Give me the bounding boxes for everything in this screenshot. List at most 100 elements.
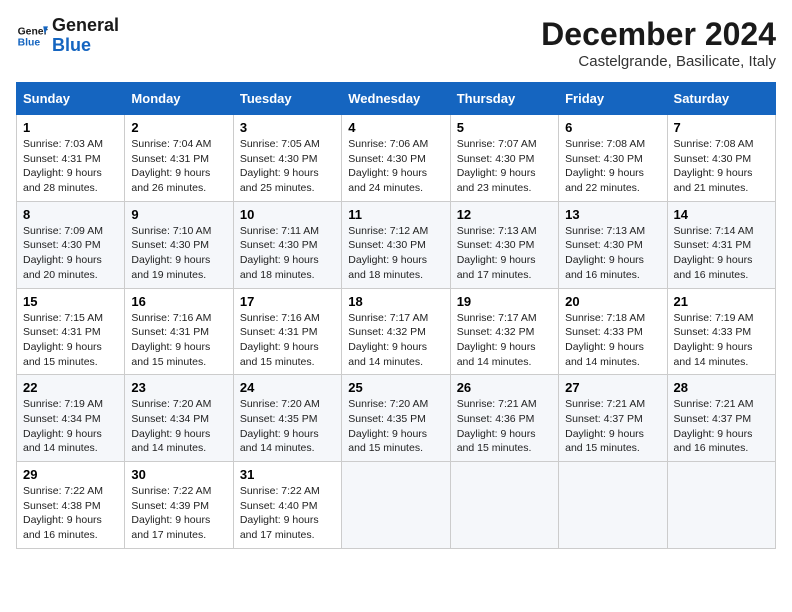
day-info: Sunrise: 7:19 AM Sunset: 4:34 PM Dayligh…	[23, 397, 118, 456]
column-header-thursday: Thursday	[450, 83, 558, 115]
day-info: Sunrise: 7:20 AM Sunset: 4:34 PM Dayligh…	[131, 397, 226, 456]
day-cell: 23 Sunrise: 7:20 AM Sunset: 4:34 PM Dayl…	[125, 375, 233, 462]
day-info: Sunrise: 7:12 AM Sunset: 4:30 PM Dayligh…	[348, 224, 443, 283]
day-info: Sunrise: 7:11 AM Sunset: 4:30 PM Dayligh…	[240, 224, 335, 283]
day-number: 9	[131, 207, 226, 222]
day-cell: 18 Sunrise: 7:17 AM Sunset: 4:32 PM Dayl…	[342, 288, 450, 375]
day-info: Sunrise: 7:08 AM Sunset: 4:30 PM Dayligh…	[565, 137, 660, 196]
day-cell: 8 Sunrise: 7:09 AM Sunset: 4:30 PM Dayli…	[17, 201, 125, 288]
column-header-saturday: Saturday	[667, 83, 775, 115]
day-info: Sunrise: 7:05 AM Sunset: 4:30 PM Dayligh…	[240, 137, 335, 196]
day-number: 7	[674, 120, 769, 135]
day-info: Sunrise: 7:22 AM Sunset: 4:38 PM Dayligh…	[23, 484, 118, 543]
day-number: 30	[131, 467, 226, 482]
column-header-tuesday: Tuesday	[233, 83, 341, 115]
day-cell: 15 Sunrise: 7:15 AM Sunset: 4:31 PM Dayl…	[17, 288, 125, 375]
day-number: 8	[23, 207, 118, 222]
day-cell: 5 Sunrise: 7:07 AM Sunset: 4:30 PM Dayli…	[450, 115, 558, 202]
day-number: 13	[565, 207, 660, 222]
logo-text-line2: Blue	[52, 36, 119, 56]
column-header-sunday: Sunday	[17, 83, 125, 115]
day-number: 16	[131, 294, 226, 309]
day-cell: 21 Sunrise: 7:19 AM Sunset: 4:33 PM Dayl…	[667, 288, 775, 375]
day-cell: 16 Sunrise: 7:16 AM Sunset: 4:31 PM Dayl…	[125, 288, 233, 375]
day-info: Sunrise: 7:15 AM Sunset: 4:31 PM Dayligh…	[23, 311, 118, 370]
day-number: 28	[674, 380, 769, 395]
day-number: 18	[348, 294, 443, 309]
day-cell: 4 Sunrise: 7:06 AM Sunset: 4:30 PM Dayli…	[342, 115, 450, 202]
column-header-monday: Monday	[125, 83, 233, 115]
day-info: Sunrise: 7:22 AM Sunset: 4:39 PM Dayligh…	[131, 484, 226, 543]
day-info: Sunrise: 7:09 AM Sunset: 4:30 PM Dayligh…	[23, 224, 118, 283]
day-cell: 3 Sunrise: 7:05 AM Sunset: 4:30 PM Dayli…	[233, 115, 341, 202]
logo-icon: General Blue	[16, 20, 48, 52]
svg-text:General: General	[18, 26, 48, 37]
svg-text:Blue: Blue	[18, 37, 41, 48]
day-info: Sunrise: 7:16 AM Sunset: 4:31 PM Dayligh…	[240, 311, 335, 370]
day-info: Sunrise: 7:17 AM Sunset: 4:32 PM Dayligh…	[457, 311, 552, 370]
day-info: Sunrise: 7:08 AM Sunset: 4:30 PM Dayligh…	[674, 137, 769, 196]
day-number: 27	[565, 380, 660, 395]
day-cell: 11 Sunrise: 7:12 AM Sunset: 4:30 PM Dayl…	[342, 201, 450, 288]
day-cell: 22 Sunrise: 7:19 AM Sunset: 4:34 PM Dayl…	[17, 375, 125, 462]
day-number: 17	[240, 294, 335, 309]
week-row-4: 22 Sunrise: 7:19 AM Sunset: 4:34 PM Dayl…	[17, 375, 776, 462]
column-header-friday: Friday	[559, 83, 667, 115]
day-number: 29	[23, 467, 118, 482]
day-info: Sunrise: 7:21 AM Sunset: 4:37 PM Dayligh…	[565, 397, 660, 456]
day-info: Sunrise: 7:18 AM Sunset: 4:33 PM Dayligh…	[565, 311, 660, 370]
day-number: 5	[457, 120, 552, 135]
day-info: Sunrise: 7:06 AM Sunset: 4:30 PM Dayligh…	[348, 137, 443, 196]
calendar-body: 1 Sunrise: 7:03 AM Sunset: 4:31 PM Dayli…	[17, 115, 776, 549]
day-number: 26	[457, 380, 552, 395]
day-cell: 28 Sunrise: 7:21 AM Sunset: 4:37 PM Dayl…	[667, 375, 775, 462]
day-cell: 1 Sunrise: 7:03 AM Sunset: 4:31 PM Dayli…	[17, 115, 125, 202]
day-number: 15	[23, 294, 118, 309]
week-row-1: 1 Sunrise: 7:03 AM Sunset: 4:31 PM Dayli…	[17, 115, 776, 202]
day-cell: 31 Sunrise: 7:22 AM Sunset: 4:40 PM Dayl…	[233, 462, 341, 549]
logo: General Blue General Blue	[16, 16, 119, 56]
day-number: 31	[240, 467, 335, 482]
day-cell: 14 Sunrise: 7:14 AM Sunset: 4:31 PM Dayl…	[667, 201, 775, 288]
day-info: Sunrise: 7:13 AM Sunset: 4:30 PM Dayligh…	[565, 224, 660, 283]
day-number: 4	[348, 120, 443, 135]
day-number: 2	[131, 120, 226, 135]
day-info: Sunrise: 7:16 AM Sunset: 4:31 PM Dayligh…	[131, 311, 226, 370]
day-cell: 17 Sunrise: 7:16 AM Sunset: 4:31 PM Dayl…	[233, 288, 341, 375]
day-cell: 25 Sunrise: 7:20 AM Sunset: 4:35 PM Dayl…	[342, 375, 450, 462]
day-cell: 26 Sunrise: 7:21 AM Sunset: 4:36 PM Dayl…	[450, 375, 558, 462]
day-info: Sunrise: 7:17 AM Sunset: 4:32 PM Dayligh…	[348, 311, 443, 370]
day-cell: 2 Sunrise: 7:04 AM Sunset: 4:31 PM Dayli…	[125, 115, 233, 202]
week-row-3: 15 Sunrise: 7:15 AM Sunset: 4:31 PM Dayl…	[17, 288, 776, 375]
day-cell: 7 Sunrise: 7:08 AM Sunset: 4:30 PM Dayli…	[667, 115, 775, 202]
day-cell	[342, 462, 450, 549]
day-info: Sunrise: 7:22 AM Sunset: 4:40 PM Dayligh…	[240, 484, 335, 543]
month-title: December 2024	[541, 16, 776, 53]
week-row-2: 8 Sunrise: 7:09 AM Sunset: 4:30 PM Dayli…	[17, 201, 776, 288]
day-number: 24	[240, 380, 335, 395]
day-info: Sunrise: 7:21 AM Sunset: 4:37 PM Dayligh…	[674, 397, 769, 456]
day-cell	[559, 462, 667, 549]
day-number: 22	[23, 380, 118, 395]
title-area: December 2024 Castelgrande, Basilicate, …	[541, 16, 776, 70]
day-cell	[667, 462, 775, 549]
calendar-header: SundayMondayTuesdayWednesdayThursdayFrid…	[17, 83, 776, 115]
day-number: 23	[131, 380, 226, 395]
day-info: Sunrise: 7:10 AM Sunset: 4:30 PM Dayligh…	[131, 224, 226, 283]
week-row-5: 29 Sunrise: 7:22 AM Sunset: 4:38 PM Dayl…	[17, 462, 776, 549]
day-number: 25	[348, 380, 443, 395]
day-number: 19	[457, 294, 552, 309]
day-info: Sunrise: 7:20 AM Sunset: 4:35 PM Dayligh…	[240, 397, 335, 456]
page-header: General Blue General Blue December 2024 …	[16, 16, 776, 70]
day-info: Sunrise: 7:20 AM Sunset: 4:35 PM Dayligh…	[348, 397, 443, 456]
day-cell: 9 Sunrise: 7:10 AM Sunset: 4:30 PM Dayli…	[125, 201, 233, 288]
day-cell: 6 Sunrise: 7:08 AM Sunset: 4:30 PM Dayli…	[559, 115, 667, 202]
logo-text-line1: General	[52, 16, 119, 36]
column-header-wednesday: Wednesday	[342, 83, 450, 115]
day-info: Sunrise: 7:21 AM Sunset: 4:36 PM Dayligh…	[457, 397, 552, 456]
day-info: Sunrise: 7:14 AM Sunset: 4:31 PM Dayligh…	[674, 224, 769, 283]
day-cell: 19 Sunrise: 7:17 AM Sunset: 4:32 PM Dayl…	[450, 288, 558, 375]
day-cell: 20 Sunrise: 7:18 AM Sunset: 4:33 PM Dayl…	[559, 288, 667, 375]
location-title: Castelgrande, Basilicate, Italy	[541, 53, 776, 70]
day-info: Sunrise: 7:07 AM Sunset: 4:30 PM Dayligh…	[457, 137, 552, 196]
